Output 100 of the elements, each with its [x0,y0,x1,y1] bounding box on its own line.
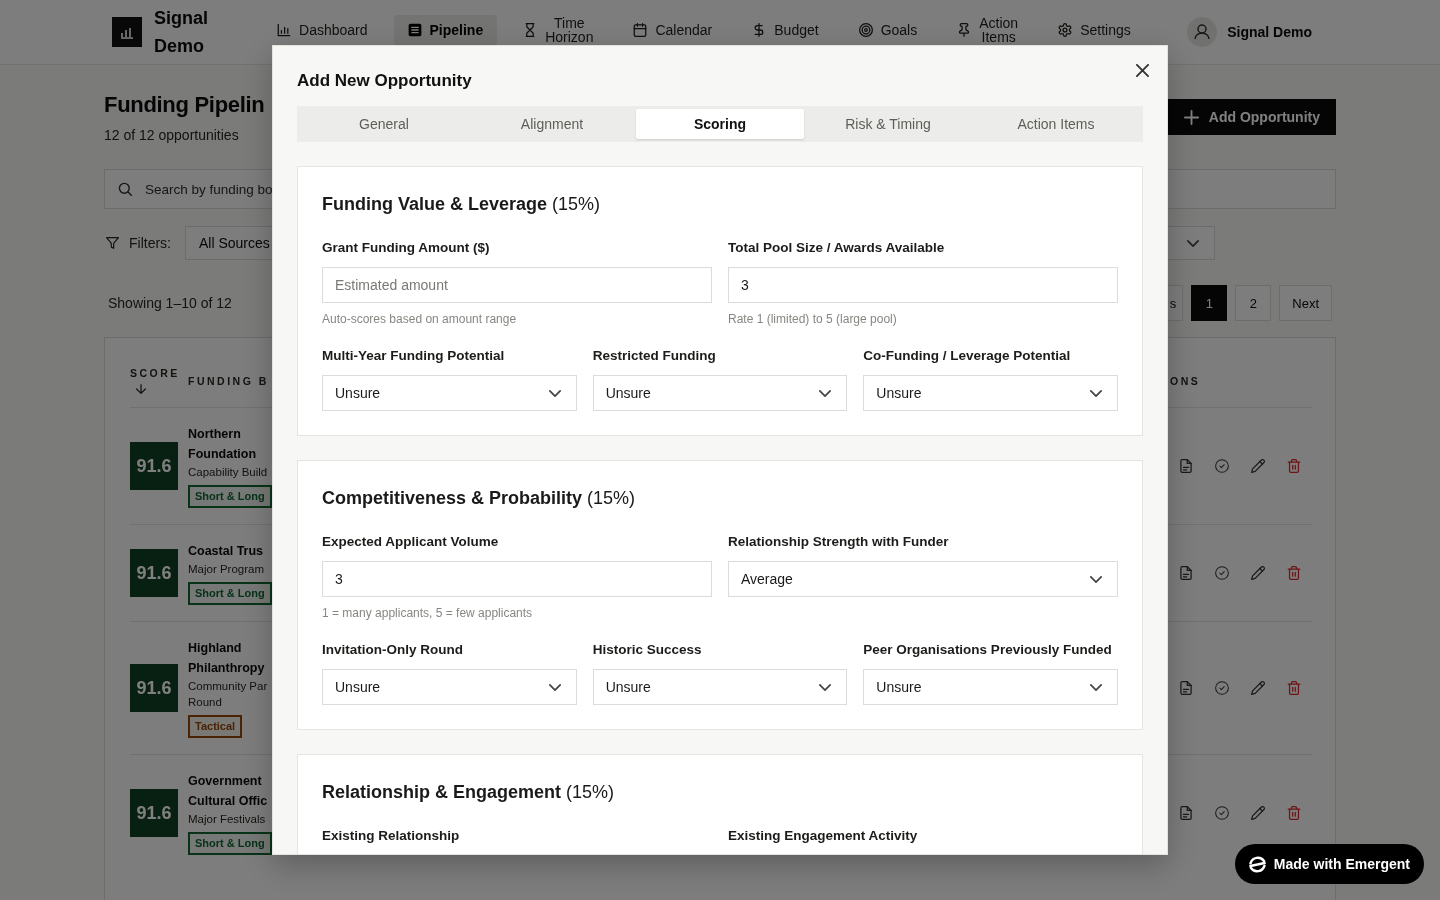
field-label: Relationship Strength with Funder [728,533,950,551]
chevron-down-icon [819,683,832,691]
column-header[interactable]: FUNDING B [188,374,269,387]
brand-name: Signal Demo [154,7,208,58]
field-label: Existing Engagement Activity [728,827,919,845]
pin-icon [957,22,972,37]
field-label: Total Pool Size / Awards Available [728,239,946,257]
chart-logo-icon[interactable] [112,17,142,47]
funder-subtitle: Community Par Round [188,679,269,710]
funder-subtitle: Major Program [188,562,266,577]
check-circle-icon[interactable] [1215,806,1229,820]
close-icon [1136,64,1149,77]
column-header[interactable]: ONS [1170,374,1201,387]
dropdown-field[interactable]: Unsure [592,669,848,705]
check-circle-icon[interactable] [1215,459,1229,473]
trash-icon[interactable] [1287,806,1301,820]
funder-name[interactable]: Northern Foundation [188,424,270,464]
page-title: Funding Pipelin [104,91,265,119]
tab[interactable]: Action Items [972,109,1140,139]
score-badge: 91.6 [130,442,178,490]
chevron-down-icon [1187,239,1199,247]
next-button[interactable]: Next [1279,285,1332,321]
check-circle-icon[interactable] [1215,681,1229,695]
funder-name[interactable]: Coastal Trus [188,541,270,561]
file-icon[interactable] [1179,459,1193,473]
score-badge: 91.6 [130,789,178,837]
funder-name[interactable]: Highland Philanthropy [188,638,270,678]
settings-icon [1058,22,1073,37]
page-button[interactable]: 1 [1191,285,1228,321]
file-icon[interactable] [1179,566,1193,580]
pencil-icon[interactable] [1251,681,1265,695]
section-heading: Relationship & Engagement (15%) [322,781,616,804]
page-button[interactable]: 2 [1235,285,1272,321]
nav-link[interactable]: Action Items [943,14,1033,45]
avatar-icon [1187,17,1218,47]
field-label: Historic Success [592,641,703,659]
dropdown-field[interactable]: Unsure [322,375,577,411]
pencil-icon[interactable] [1251,459,1265,473]
list-icon [407,22,422,37]
field-label: Peer Organisations Previously Funded [863,641,1113,659]
chevron-down-icon [1090,389,1102,397]
made-with-badge[interactable]: Made with Emergent [1234,844,1424,884]
nav-link[interactable]: Calendar [619,14,727,45]
field-label: Invitation-Only Round [322,641,464,659]
field-hint: 1 = many applicants, 5 = few applicants [322,605,534,621]
nav-link[interactable]: Goals [844,14,932,45]
section-heading: Funding Value & Leverage (15%) [322,193,602,216]
tab[interactable]: General [300,109,468,139]
file-icon[interactable] [1179,806,1193,820]
user-menu-button[interactable]: Signal Demo [1187,17,1312,47]
dropdown-field[interactable]: Average [728,561,1118,597]
field-label: Expected Applicant Volume [322,533,500,551]
trash-icon[interactable] [1287,681,1301,695]
check-circle-icon[interactable] [1215,566,1229,580]
chevron-down-icon [1090,683,1102,691]
tab[interactable]: Alignment [468,109,636,139]
nav-link[interactable]: Pipeline [393,14,498,45]
field-label: Grant Funding Amount ($) [322,239,491,257]
add-opportunity-button[interactable]: Add Opportunity [1167,99,1336,135]
dropdown-field[interactable]: Unsure [863,375,1118,411]
chevron-down-icon [548,389,561,397]
tab[interactable]: Risk & Timing [804,109,972,139]
score-badge: 91.6 [130,664,178,712]
file-icon[interactable] [1179,681,1193,695]
sort-arrow-icon[interactable] [136,383,146,394]
chevron-down-icon [1090,575,1102,583]
page-subtitle: 12 of 12 opportunities [104,126,240,145]
trash-icon[interactable] [1287,459,1301,473]
modal-title: Add New Opportunity [297,70,472,92]
nav-link[interactable]: Time Horizon [509,14,608,45]
section-heading: Competitiveness & Probability (15%) [322,487,637,510]
chevron-down-icon [548,683,561,691]
target-icon [858,22,873,37]
dropdown-field[interactable]: Unsure [322,669,577,705]
nav-link[interactable]: Dashboard [263,14,382,45]
score-badge: 91.6 [130,549,178,597]
calendar-icon [633,22,648,37]
bar-chart-icon [277,22,291,37]
field-label: Co-Funding / Leverage Potential [863,347,1072,365]
text-field[interactable]: Estimated amount [322,267,712,303]
text-field[interactable]: 3 [322,561,712,597]
plus-icon [1183,109,1199,125]
results-count: Showing 1–10 of 12 [107,295,232,311]
pencil-icon[interactable] [1251,566,1265,580]
dropdown-field[interactable]: Unsure [592,375,848,411]
field-label: Restricted Funding [592,347,717,365]
field-hint: Auto-scores based on amount range [322,311,518,327]
column-header[interactable]: SCORE [130,365,180,380]
funder-name[interactable]: Government Cultural Offic [188,771,270,811]
text-field[interactable]: 3 [728,267,1118,303]
nav-link[interactable]: Settings [1044,14,1145,45]
nav-link[interactable]: Budget [738,14,833,45]
search-icon [118,182,132,196]
field-hint: Rate 1 (limited) to 5 (large pool) [728,311,898,327]
funder-subtitle: Major Festivals [188,812,267,827]
funder-subtitle: Capability Build [188,465,269,480]
tab[interactable]: Scoring [636,109,804,139]
dropdown-field[interactable]: Unsure [863,669,1118,705]
trash-icon[interactable] [1287,566,1301,580]
pencil-icon[interactable] [1251,806,1265,820]
